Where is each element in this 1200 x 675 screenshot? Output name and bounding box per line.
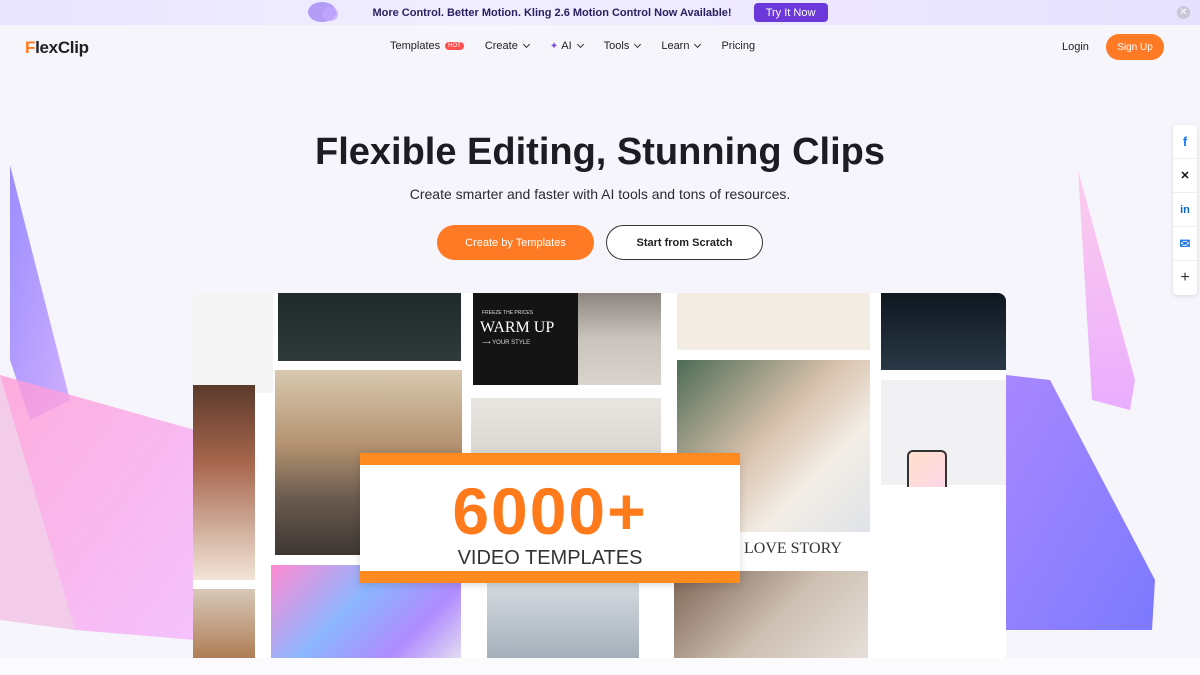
nav-item-label: Templates — [390, 40, 441, 52]
tile-dark-sky — [278, 293, 461, 361]
promo-banner: More Control. Better Motion. Kling 2.6 M… — [0, 0, 1200, 25]
warm-up-title: WARM UP — [480, 319, 555, 336]
chevron-down-icon — [522, 40, 530, 49]
nav-item-label: Tools — [603, 40, 630, 52]
template-count-label: VIDEO TEMPLATES — [457, 547, 643, 569]
tile-white-panel — [193, 293, 273, 393]
chevron-down-icon — [634, 40, 642, 49]
tile-autumn-vase — [193, 385, 255, 580]
nav-item-templates[interactable]: Templates HOT — [390, 40, 464, 52]
nav-item-tools[interactable]: Tools — [603, 40, 642, 52]
nav-item-learn[interactable]: Learn — [661, 40, 702, 52]
template-count: 6000+ — [452, 474, 648, 548]
nav-item-label: Pricing — [721, 40, 756, 52]
chevron-down-icon — [576, 40, 584, 49]
email-icon[interactable]: ✉ — [1173, 227, 1197, 261]
hero-subtitle: Create smarter and faster with AI tools … — [409, 186, 791, 202]
facebook-icon[interactable]: f — [1173, 125, 1197, 159]
template-count-card: 6000+ VIDEO TEMPLATES — [360, 453, 740, 583]
banner-text: More Control. Better Motion. Kling 2.6 M… — [372, 6, 732, 19]
tile-dark-water — [881, 293, 1006, 370]
logo[interactable]: FlexClip — [25, 38, 89, 58]
plus-icon[interactable]: + — [1173, 261, 1197, 295]
nav-item-create[interactable]: Create — [484, 40, 530, 52]
create-by-templates-button[interactable]: Create by Templates — [437, 225, 594, 260]
start-from-scratch-button[interactable]: Start from Scratch — [606, 225, 763, 260]
left-decoration — [0, 165, 195, 640]
hot-badge: HOT — [445, 42, 464, 50]
sparkle-icon: ✦ — [549, 40, 559, 52]
warm-up-caption: FREEZE THE PRICES — [482, 310, 534, 316]
login-link[interactable]: Login — [1062, 41, 1089, 53]
x-icon[interactable]: ✕ — [1173, 159, 1197, 193]
chevron-down-icon — [694, 40, 702, 49]
nav-item-label: Create — [484, 40, 518, 52]
banner-decoration-icon — [308, 2, 338, 22]
try-it-now-button[interactable]: Try It Now — [753, 3, 828, 22]
close-icon[interactable]: ✕ — [1177, 6, 1190, 19]
sign-up-button[interactable]: Sign Up — [1106, 34, 1164, 60]
page-bottom-strip — [0, 658, 1200, 675]
linkedin-icon[interactable]: in — [1173, 193, 1197, 227]
nav-item-label: AI — [561, 40, 572, 52]
tile-winter-couple — [578, 293, 661, 385]
nav-item-ai[interactable]: ✦ AI — [549, 40, 584, 52]
main-nav: FlexClip Templates HOT Create ✦ AI Tools… — [0, 25, 1200, 69]
nav-menu: Templates HOT Create ✦ AI Tools Learn Pr… — [390, 40, 776, 52]
love-story-label: LOVE STORY — [744, 540, 842, 557]
template-collage[interactable]: FREEZE THE PRICES WARM UP ⟶ YOUR STYLE 6… — [193, 293, 1006, 675]
share-bar: f ✕ in ✉ + — [1173, 125, 1197, 295]
phone-icon — [907, 450, 947, 487]
warm-up-style: ⟶ YOUR STYLE — [482, 340, 531, 346]
hero-title: Flexible Editing, Stunning Clips — [315, 131, 885, 173]
nav-item-pricing[interactable]: Pricing — [721, 40, 755, 52]
nav-item-label: Learn — [661, 40, 690, 52]
right-decoration — [1006, 170, 1155, 630]
tile-cream-blur — [677, 293, 870, 350]
